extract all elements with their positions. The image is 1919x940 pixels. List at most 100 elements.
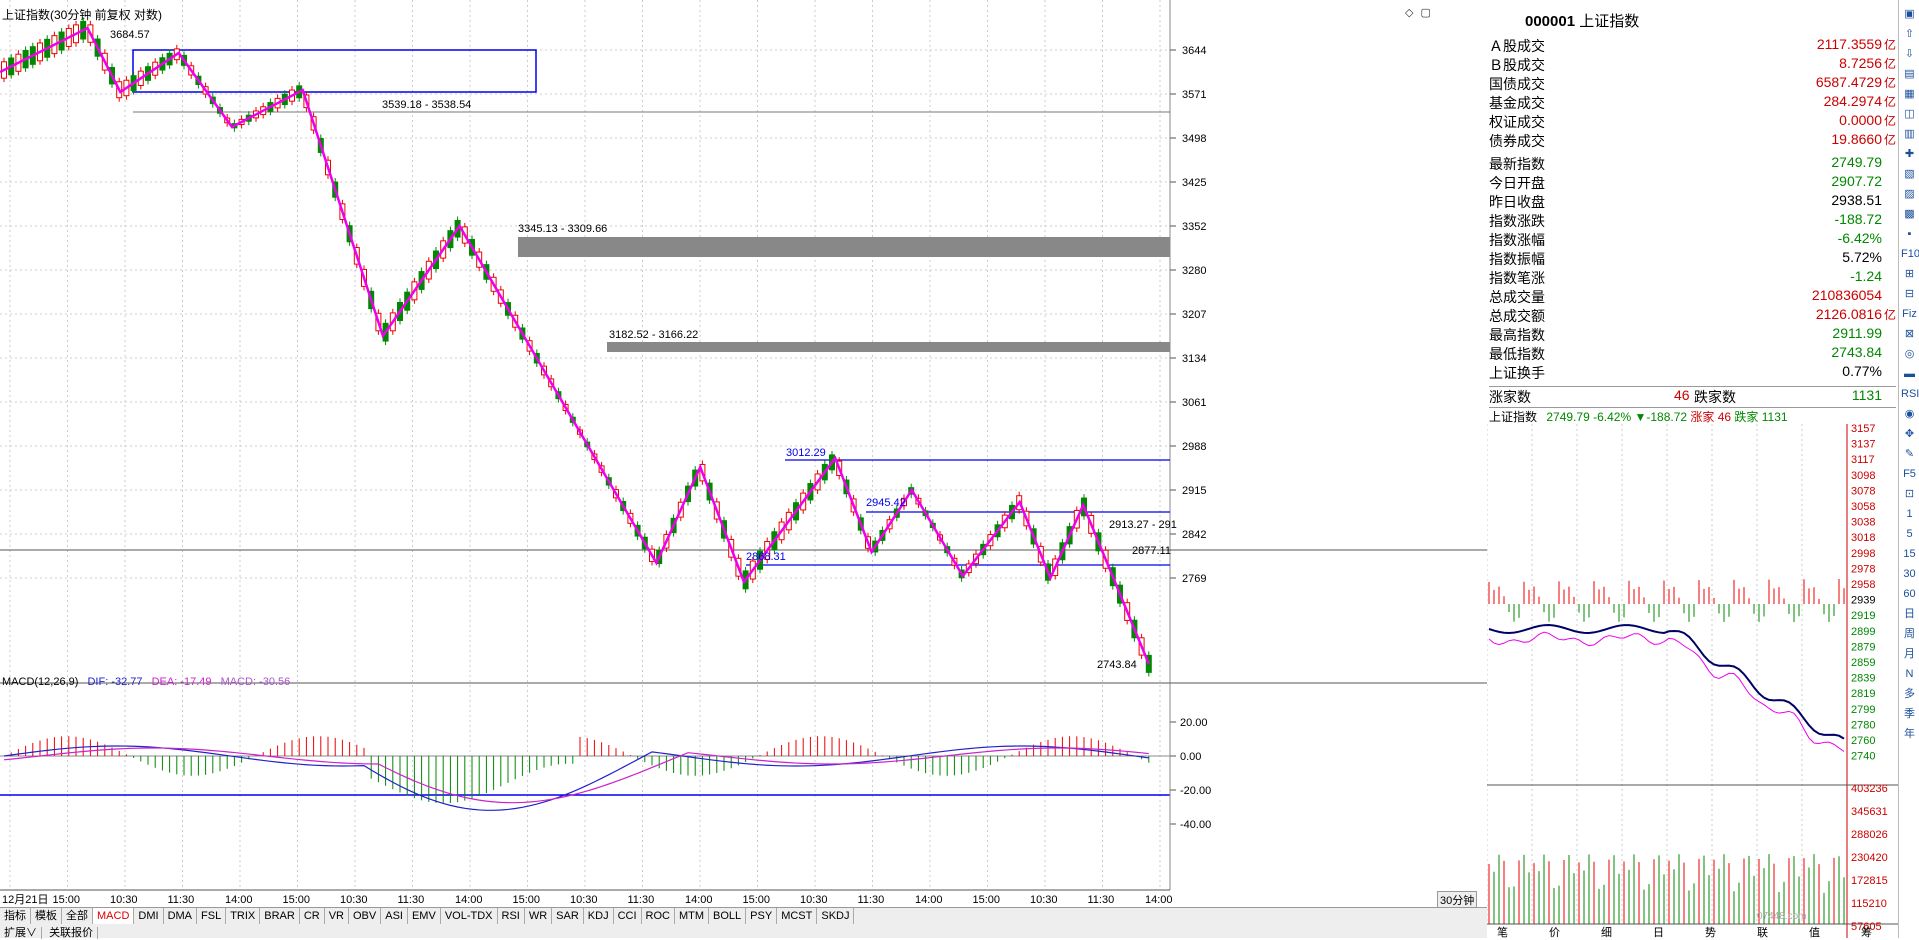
price-tick: 3061 (1182, 397, 1206, 409)
time-label: 11:30 (168, 894, 195, 906)
indicator-tab[interactable]: WR (525, 908, 553, 924)
info-row: 最高指数 2911.99 (1489, 325, 1896, 344)
toolbar-icon[interactable]: ▥ (1901, 126, 1918, 142)
info-value: 2126.0816 (1815, 306, 1882, 322)
toolbar-icon[interactable]: ◉ (1901, 406, 1918, 422)
macd-axis: 20.00 0.00 -20.00 -40.00 (1170, 717, 1211, 831)
toolbar-icon[interactable]: ⊞ (1901, 266, 1918, 282)
toolbar-icon[interactable]: 15 (1901, 546, 1918, 562)
toolbar-icon[interactable]: ▦ (1901, 86, 1918, 102)
mini-price-tick: 3137 (1851, 439, 1875, 451)
indicator-tab[interactable]: SAR (552, 908, 584, 924)
toolbar-icon[interactable]: Fiz (1901, 306, 1918, 322)
indicator-tab[interactable]: VR (325, 908, 349, 924)
mini-vol-tick: 288026 (1851, 829, 1888, 841)
indicator-tab[interactable]: 指标 (0, 908, 31, 924)
toolbar-icon[interactable]: 季 (1901, 706, 1918, 722)
price-tick: 2842 (1182, 529, 1206, 541)
indicator-tab[interactable]: OBV (349, 908, 382, 924)
toolbar-icon[interactable]: ▪ (1901, 226, 1918, 242)
indicator-tab[interactable]: VOL-TDX (441, 908, 498, 924)
mini-price-tick: 2740 (1851, 751, 1875, 763)
toolbar-icon[interactable]: ✚ (1901, 146, 1918, 162)
mini-price-tick: 2799 (1851, 704, 1875, 716)
toolbar-icon[interactable]: ⊡ (1901, 486, 1918, 502)
toolbar-icon[interactable]: ▬ (1901, 366, 1918, 382)
price-axis: 3644 3571 3498 3425 3352 3280 3207 3134 3061 2988… (1170, 45, 1206, 585)
info-label: 指数振幅 (1489, 251, 1545, 267)
indicator-tab[interactable]: CCI (614, 908, 642, 924)
toolbar-icon[interactable]: N (1901, 666, 1918, 682)
related-quote-tab[interactable]: 关联报价 (45, 927, 99, 939)
toolbar-icon[interactable]: ▣ (1901, 6, 1918, 22)
mini-bottom-label: 价 (1549, 926, 1560, 938)
indicator-tab[interactable]: DMI (134, 908, 164, 924)
info-label: 债券成交 (1489, 133, 1545, 149)
mini-price-tick: 2939 (1851, 595, 1875, 607)
price-tick: 3207 (1182, 309, 1206, 321)
annotation-zone2: 3345.13 - 3309.66 (518, 223, 607, 235)
toolbar-icon[interactable]: ⇩ (1901, 46, 1918, 62)
toolbar-icon[interactable]: RSI (1901, 386, 1919, 402)
toolbar-icon[interactable]: ▩ (1901, 206, 1918, 222)
indicator-tab[interactable]: TRIX (226, 908, 261, 924)
indicator-tab[interactable]: MTM (675, 908, 710, 924)
mini-chart[interactable]: 3157 3137 3117 3098 3078 3058 3038 3018 2998 2978… (1487, 424, 1898, 938)
toolbar-icon[interactable]: F10 (1901, 246, 1919, 262)
expand-tab[interactable]: 扩展∨ (0, 927, 42, 939)
toolbar-icon[interactable]: 周 (1901, 626, 1918, 642)
up-label: 涨家数 (1489, 389, 1531, 405)
indicator-tab[interactable]: ROC (642, 908, 675, 924)
time-label: 10:30 (800, 894, 828, 906)
indicator-tab[interactable]: ASI (381, 908, 408, 924)
toolbar-icon[interactable]: ▤ (1901, 66, 1918, 82)
toolbar-icon[interactable]: 年 (1901, 726, 1918, 742)
toolbar-icon[interactable]: ⊟ (1901, 286, 1918, 302)
info-header: 000001 上证指数 (1525, 10, 1639, 31)
toolbar-icon[interactable]: 1 (1901, 506, 1918, 522)
toolbar-icon[interactable]: ◎ (1901, 346, 1918, 362)
indicator-tab[interactable]: MCST (777, 908, 818, 924)
indicator-tab[interactable]: KDJ (584, 908, 614, 924)
indicator-tab[interactable]: DMA (164, 908, 198, 924)
mini-vol-tick: 172815 (1851, 875, 1888, 887)
indicator-tab[interactable]: BRAR (260, 908, 300, 924)
macd-name: MACD(12,26,9) (2, 676, 79, 688)
toolbar-icon[interactable]: 月 (1901, 646, 1918, 662)
price-tick: 3498 (1182, 133, 1206, 145)
toolbar-icon[interactable]: ▧ (1901, 166, 1918, 182)
indicator-tab[interactable]: EMV (408, 908, 441, 924)
toolbar-icon[interactable]: ⊠ (1901, 326, 1918, 342)
toolbar-icon[interactable]: ▨ (1901, 186, 1918, 202)
indicator-tab[interactable]: SKDJ (817, 908, 855, 924)
mini-bottom-label: 势 (1705, 926, 1716, 938)
time-label: 15:00 (283, 894, 311, 906)
indicator-tab[interactable]: 全部 (62, 908, 93, 924)
toolbar-icon[interactable]: ⇧ (1901, 26, 1918, 42)
indicator-tab[interactable]: CR (300, 908, 325, 924)
toolbar-icon[interactable]: 30 (1901, 566, 1918, 582)
right-toolbar: ▣ ⇧ ⇩ ▤ ▦ ◫ ▥ ✚ ▧ ▨ ▩ ▪ F10 ⊞ ⊟ Fiz ⊠ ◎ ▬ RSI ◉ ✥ ✎ F5 ⊡ 1 5 15 30 60… (1898, 0, 1919, 938)
macd-dea: DEA: -17.49 (151, 676, 212, 688)
toolbar-icon[interactable]: 5 (1901, 526, 1918, 542)
time-label: 15:00 (743, 894, 771, 906)
toolbar-icon[interactable]: ✥ (1901, 426, 1918, 442)
toolbar-icon[interactable]: 60 (1901, 586, 1918, 602)
toolbar-icon[interactable]: 日 (1901, 606, 1918, 622)
mini-price: 2749.79 (1546, 410, 1590, 424)
toolbar-icon[interactable]: 多 (1901, 686, 1918, 702)
mini-price-tick: 3058 (1851, 501, 1875, 513)
indicator-tab[interactable]: 模板 (31, 908, 62, 924)
toolbar-icon[interactable]: ◫ (1901, 106, 1918, 122)
mini-volume-axis: 4032363456312880262304201728151152105760… (1851, 783, 1888, 933)
indicator-tab[interactable]: RSI (498, 908, 525, 924)
main-chart[interactable]: 3644 3571 3498 3425 3352 3280 3207 3134 3061 2988… (0, 0, 1487, 910)
info-row: 最新指数 2749.79 (1489, 154, 1896, 173)
info-row: Ｂ股成交 8.7256 亿 (1489, 55, 1896, 74)
indicator-tab[interactable]: PSY (746, 908, 778, 924)
indicator-tab[interactable]: FSL (197, 908, 227, 924)
toolbar-icon[interactable]: F5 (1901, 466, 1918, 482)
toolbar-icon[interactable]: ✎ (1901, 446, 1918, 462)
indicator-tab[interactable]: MACD (93, 908, 135, 924)
indicator-tab[interactable]: BOLL (709, 908, 747, 924)
